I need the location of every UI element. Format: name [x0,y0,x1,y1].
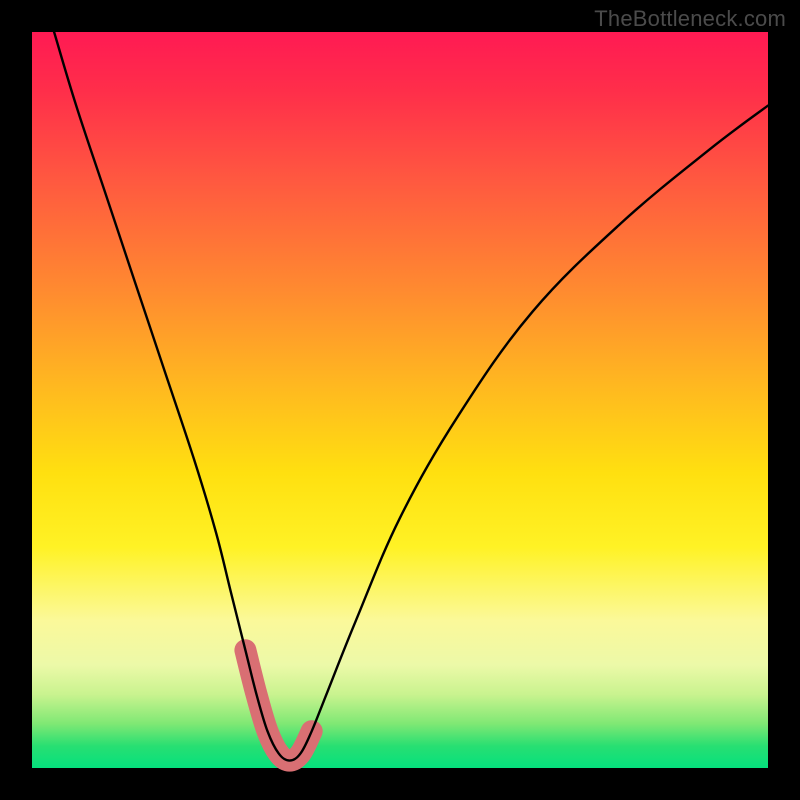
chart-stage: TheBottleneck.com [0,0,800,800]
watermark-text: TheBottleneck.com [594,6,786,32]
plot-area [32,32,768,768]
curve-svg [32,32,768,768]
bottleneck-curve-path [54,32,768,761]
highlight-band-path [245,650,311,760]
